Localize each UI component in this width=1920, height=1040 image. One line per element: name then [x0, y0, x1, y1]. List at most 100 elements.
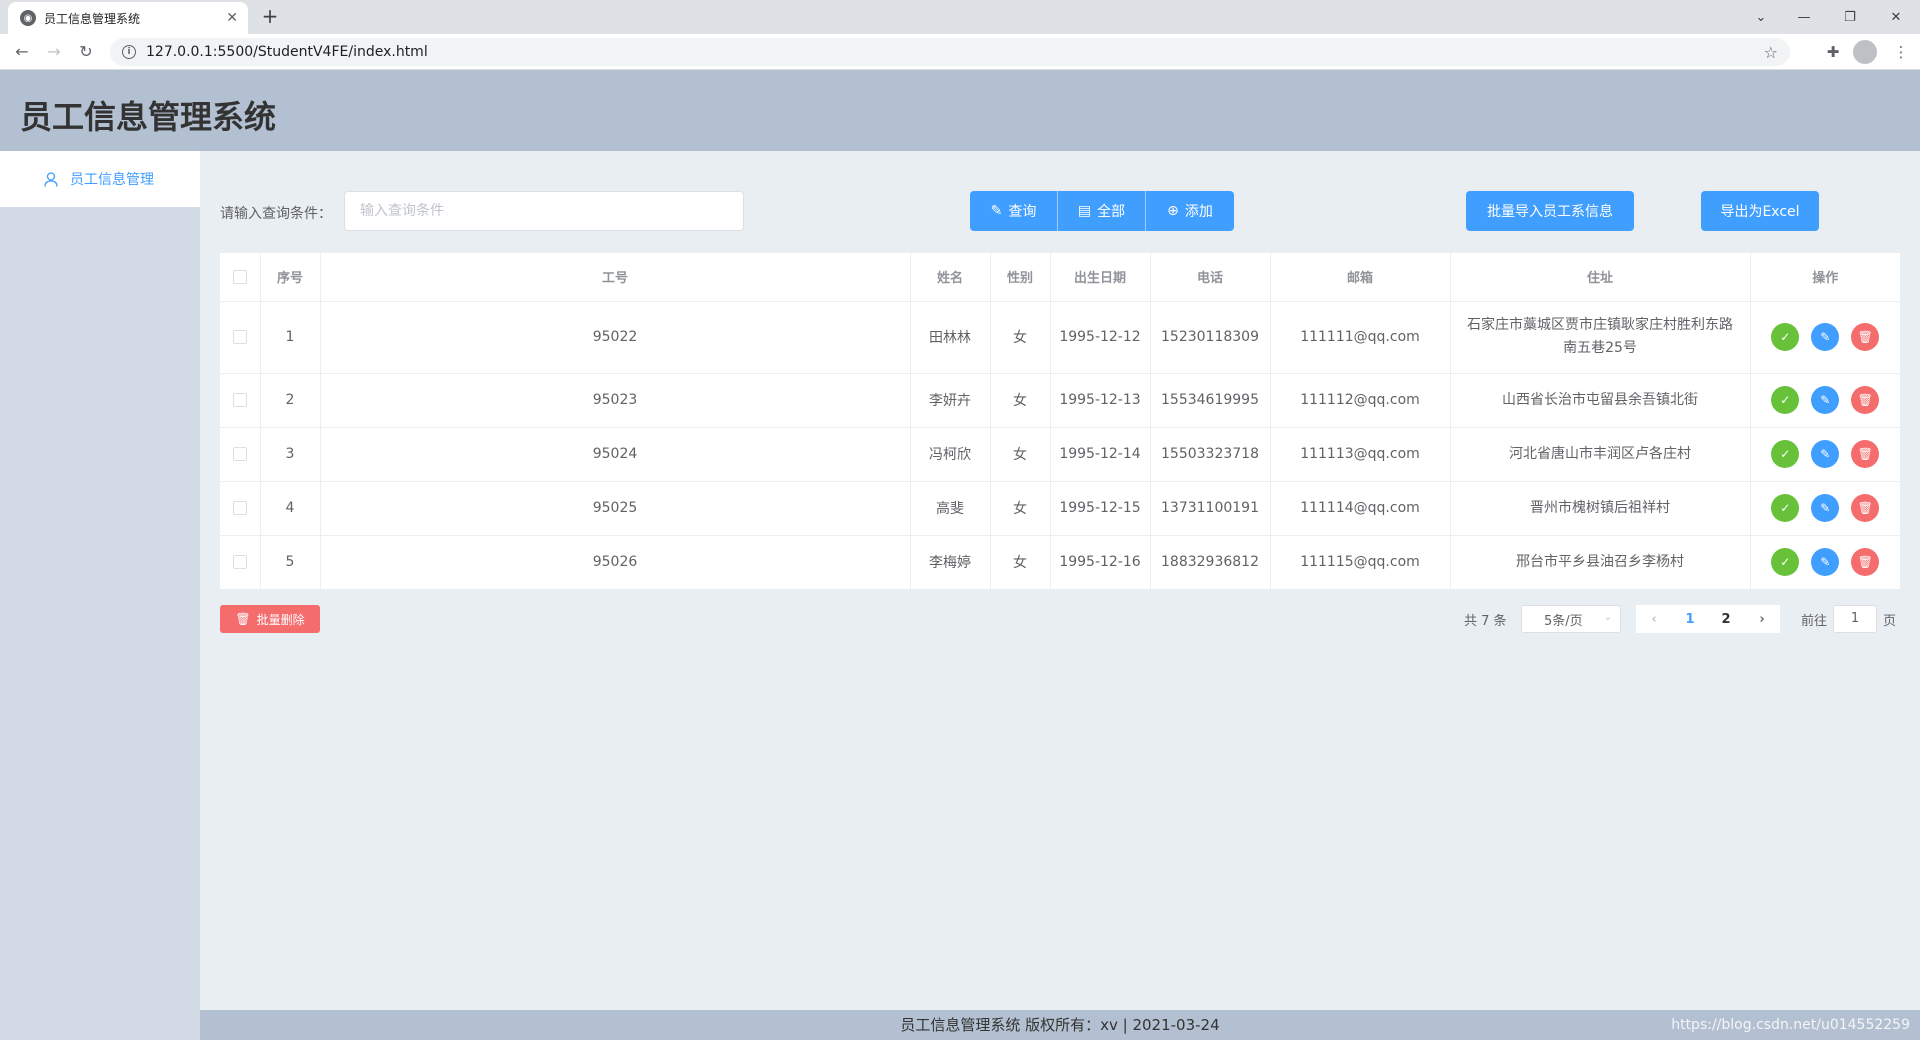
cell-employee-id: 95022 [320, 301, 911, 374]
edit-button[interactable]: ✎ [1811, 548, 1840, 576]
menu-dots-icon[interactable]: ⋮ [1889, 40, 1913, 64]
footer: 员工信息管理系统 版权所有：xv | 2021-03-24 [200, 1010, 1920, 1040]
show-all-button[interactable]: ▤ 全部 [1058, 191, 1146, 231]
extensions-icon[interactable]: ✚ [1821, 40, 1845, 64]
cell-phone: 15230118309 [1150, 301, 1271, 374]
add-button[interactable]: ⊕ 添加 [1146, 191, 1234, 231]
cell-name: 高斐 [910, 481, 991, 536]
cell-gender: 女 [990, 481, 1051, 536]
watermark: https://blog.csdn.net/u014552259 [1671, 1017, 1910, 1033]
restore-button[interactable]: ❐ [1827, 0, 1873, 34]
delete-button[interactable]: 🗑 [1851, 548, 1880, 576]
batch-import-button[interactable]: 批量导入员工系信息 [1466, 191, 1634, 231]
cell-gender: 女 [990, 301, 1051, 374]
row-checkbox[interactable] [232, 393, 247, 407]
delete-button[interactable]: 🗑 [1851, 440, 1880, 468]
next-page-button[interactable]: › [1744, 605, 1780, 633]
column-header: 工号 [320, 253, 911, 302]
column-header: 序号 [260, 253, 321, 302]
tab-title: 员工信息管理系统 [44, 11, 141, 26]
cell-name: 李梅婷 [910, 535, 991, 590]
edit-button[interactable]: ✎ [1811, 494, 1840, 522]
cell-birth-date: 1995-12-15 [1050, 481, 1151, 536]
tab-search-icon[interactable]: ⌄ [1738, 0, 1784, 34]
row-actions: ✓ ✎ 🗑 [1750, 481, 1900, 536]
row-checkbox[interactable] [232, 447, 247, 461]
row-checkbox[interactable] [232, 555, 247, 569]
view-button[interactable]: ✓ [1771, 440, 1800, 468]
browser-tab-bar: ◉ 员工信息管理系统 ✕ + ⌄ — ❐ ✕ [0, 0, 1920, 34]
cell-birth-date: 1995-12-13 [1050, 373, 1151, 428]
row-select-cell [220, 373, 261, 428]
cell-employee-id: 95025 [320, 481, 911, 536]
row-actions: ✓ ✎ 🗑 [1750, 427, 1900, 482]
cell-address: 山西省长治市屯留县余吾镇北街 [1450, 373, 1751, 428]
row-checkbox[interactable] [232, 501, 247, 515]
info-icon[interactable]: i [122, 45, 136, 59]
edit-button[interactable]: ✎ [1811, 440, 1840, 468]
delete-button[interactable]: 🗑 [1851, 494, 1880, 522]
row-select-cell [220, 427, 261, 482]
cell-index: 2 [260, 373, 321, 428]
prev-page-button[interactable]: ‹ [1636, 605, 1672, 633]
forward-button[interactable]: → [42, 40, 66, 64]
table-row: 3 95024 冯柯欣女 1995-12-14 15503323718 111113@qq… [220, 427, 1900, 482]
export-excel-button[interactable]: 导出为Excel [1701, 191, 1819, 231]
view-button[interactable]: ✓ [1771, 548, 1800, 576]
batch-delete-button[interactable]: 🗑 批量删除 [220, 605, 320, 633]
profile-avatar[interactable] [1853, 40, 1877, 64]
document-icon: ▤ [1077, 203, 1092, 219]
batch-delete-label: 批量删除 [256, 612, 305, 627]
close-window-button[interactable]: ✕ [1873, 0, 1919, 34]
show-all-button-label: 全部 [1097, 204, 1126, 220]
back-button[interactable]: ← [10, 40, 34, 64]
view-button[interactable]: ✓ [1771, 386, 1800, 414]
row-select-cell [220, 301, 261, 374]
chevron-down-icon: ⌄ [1603, 612, 1612, 623]
cell-employee-id: 95024 [320, 427, 911, 482]
reload-button[interactable]: ↻ [74, 40, 98, 64]
cell-gender: 女 [990, 373, 1051, 428]
view-button[interactable]: ✓ [1771, 323, 1800, 351]
column-header: 操作 [1750, 253, 1900, 302]
delete-button[interactable]: 🗑 [1851, 323, 1880, 351]
column-header: 住址 [1450, 253, 1751, 302]
cell-name: 李妍卉 [910, 373, 991, 428]
view-button[interactable]: ✓ [1771, 494, 1800, 522]
query-button-group: ✎ 查询 ▤ 全部 ⊕ 添加 [970, 191, 1234, 231]
column-header: 姓名 [910, 253, 991, 302]
cell-address: 晋州市槐树镇后祖祥村 [1450, 481, 1751, 536]
bookmark-star-icon[interactable]: ☆ [1764, 43, 1778, 62]
page-number[interactable]: 1 [1672, 605, 1708, 633]
cell-gender: 女 [990, 427, 1051, 482]
new-tab-button[interactable]: + [258, 4, 282, 28]
trash-icon: 🗑 [235, 612, 251, 626]
select-all-cell [220, 253, 261, 302]
sidebar-item-employee-management[interactable]: 员工信息管理 [0, 151, 200, 207]
cell-employee-id: 95023 [320, 373, 911, 428]
row-checkbox[interactable] [232, 330, 247, 344]
table-row: 4 95025 高斐女 1995-12-15 13731100191 111114@qq.… [220, 481, 1900, 536]
goto-page-input[interactable]: 1 [1833, 605, 1877, 633]
edit-button[interactable]: ✎ [1811, 323, 1840, 351]
cell-email: 111112@qq.com [1270, 373, 1451, 428]
cell-email: 111111@qq.com [1270, 301, 1451, 374]
url-bar[interactable]: i 127.0.0.1:5500/StudentV4FE/index.html … [110, 38, 1790, 66]
edit-button[interactable]: ✎ [1811, 386, 1840, 414]
column-header: 出生日期 [1050, 253, 1151, 302]
employee-table: 序号 工号 姓名 性别 出生日期 电话 邮箱 住址 操作 1 95022 田林林女 1… [220, 253, 1900, 590]
search-button[interactable]: ✎ 查询 [970, 191, 1058, 231]
page-size-select[interactable]: 5条/页 ⌄ [1521, 605, 1621, 633]
cell-birth-date: 1995-12-16 [1050, 535, 1151, 590]
cell-index: 4 [260, 481, 321, 536]
select-all-checkbox[interactable] [232, 269, 247, 284]
column-header: 电话 [1150, 253, 1271, 302]
page-number[interactable]: 2 [1708, 605, 1744, 633]
minimize-button[interactable]: — [1781, 0, 1827, 34]
search-input[interactable] [344, 191, 744, 231]
close-tab-icon[interactable]: ✕ [226, 10, 238, 26]
url-text: 127.0.0.1:5500/StudentV4FE/index.html [146, 44, 428, 60]
table-row: 2 95023 李妍卉女 1995-12-13 15534619995 111112@qq… [220, 373, 1900, 428]
delete-button[interactable]: 🗑 [1851, 386, 1880, 414]
browser-tab[interactable]: ◉ 员工信息管理系统 ✕ [8, 2, 248, 34]
